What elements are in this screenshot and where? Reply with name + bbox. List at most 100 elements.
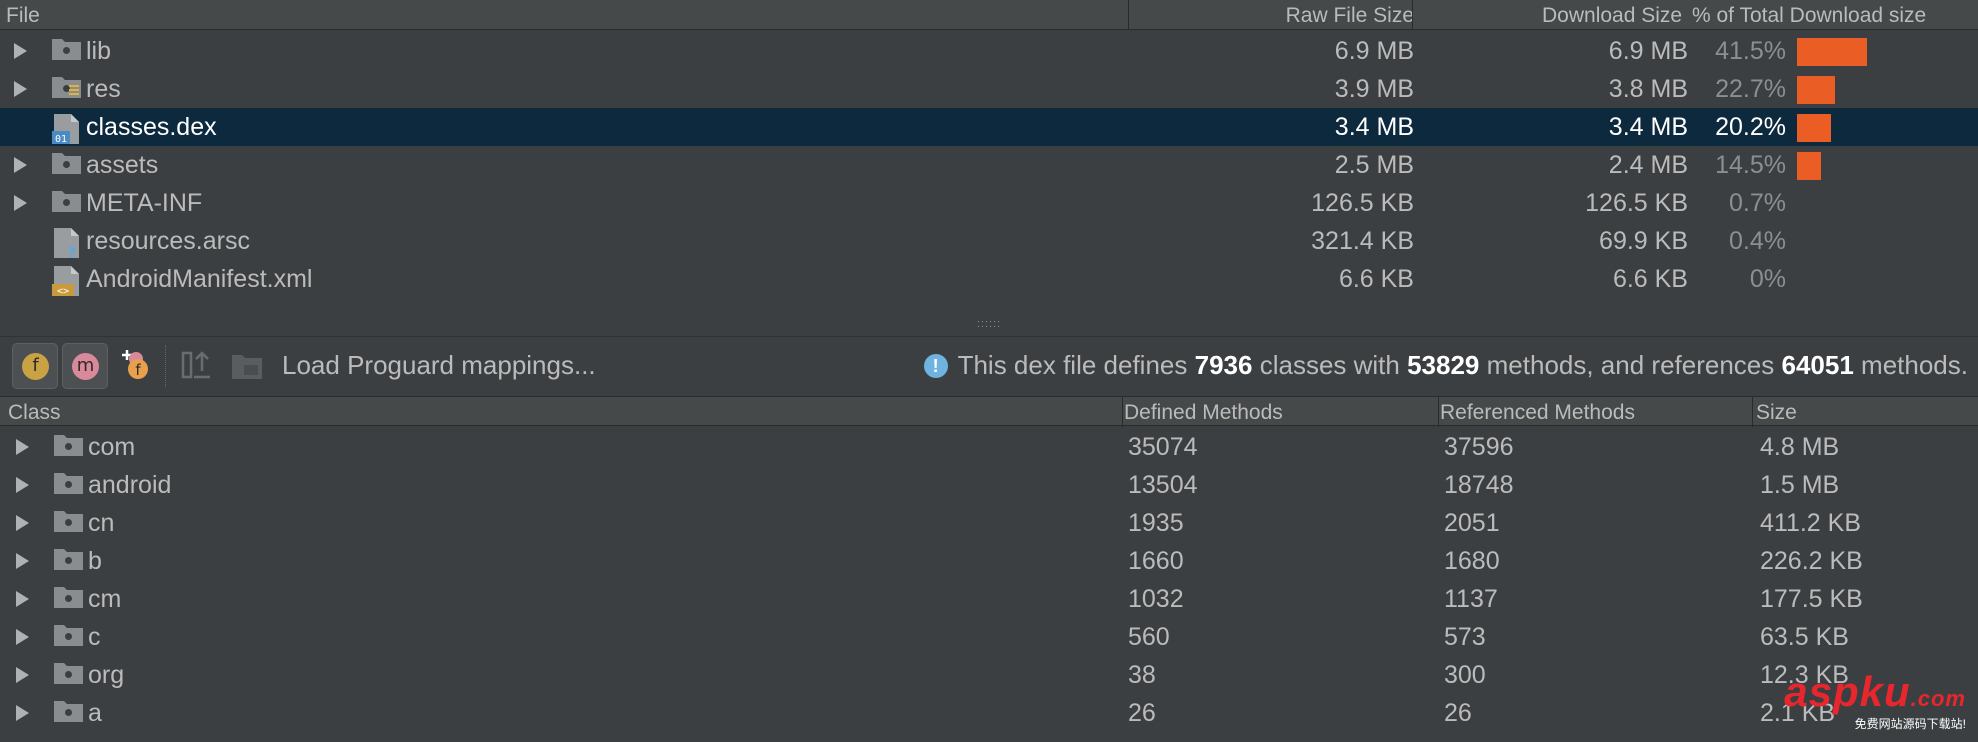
load-proguard-link[interactable]: Load Proguard mappings... (282, 350, 596, 381)
column-divider[interactable] (1128, 0, 1129, 30)
file-table-header: File Raw File Size Download Size % of To… (0, 0, 1978, 30)
method-icon: m (72, 353, 99, 380)
class-name: cm (88, 585, 122, 613)
col-header-raw-size[interactable]: Raw File Size (1286, 4, 1414, 28)
expand-arrow-icon[interactable] (16, 629, 29, 645)
pct-value: 41.5% (1715, 37, 1786, 65)
svg-text:<>: <> (57, 286, 69, 297)
class-size: 177.5 KB (1760, 585, 1863, 613)
watermark-sub: 免费网站源码下载站! (1854, 717, 1966, 731)
package-icon (54, 585, 83, 608)
watermark-logo: aspku.com 免费网站源码下载站! (1784, 671, 1966, 732)
defined-methods: 1032 (1128, 585, 1184, 613)
package-icon (54, 699, 83, 722)
col-header-download-size[interactable]: Download Size (1542, 4, 1682, 28)
class-row[interactable]: cn 1935 2051 411.2 KB (0, 504, 1978, 542)
col-header-class[interactable]: Class (8, 401, 61, 425)
file-name: META-INF (86, 189, 203, 217)
file-name: assets (86, 151, 159, 179)
raw-size: 126.5 KB (1311, 189, 1414, 217)
folder-icon (52, 75, 81, 98)
expand-arrow-icon[interactable] (16, 477, 29, 493)
col-header-file[interactable]: File (6, 4, 40, 28)
methods-count: 53829 (1407, 350, 1480, 380)
raw-size: 2.5 MB (1334, 151, 1414, 179)
class-row[interactable]: a 26 26 2.1 KB (0, 694, 1978, 732)
file-row[interactable]: res 3.9 MB 3.8 MB 22.7% (0, 70, 1978, 108)
referenced-methods: 1680 (1444, 547, 1500, 575)
dex-info-message: ! This dex file defines 7936 classes with… (923, 350, 1968, 381)
file-name: res (86, 75, 121, 103)
defined-methods: 560 (1128, 623, 1170, 651)
package-icon (54, 509, 83, 532)
expand-arrow-icon[interactable] (14, 43, 27, 59)
referenced-methods: 300 (1444, 661, 1486, 689)
show-fields-toggle[interactable]: f (12, 343, 58, 389)
class-size: 1.5 MB (1760, 471, 1840, 499)
column-divider[interactable] (1412, 0, 1413, 30)
raw-size: 3.4 MB (1334, 113, 1414, 141)
download-size: 3.4 MB (1608, 113, 1688, 141)
class-row[interactable]: cm 1032 1137 177.5 KB (0, 580, 1978, 618)
package-icon (54, 623, 83, 646)
file-row[interactable]: lib 6.9 MB 6.9 MB 41.5% (0, 32, 1978, 70)
class-row[interactable]: org 38 300 12.3 KB (0, 656, 1978, 694)
download-size: 69.9 KB (1599, 227, 1688, 255)
column-divider[interactable] (1122, 397, 1123, 427)
pct-value: 0% (1749, 265, 1786, 293)
referenced-methods: 37596 (1444, 433, 1514, 461)
dex-toolbar: f m f Load Proguard mappings... ! This de… (0, 336, 1978, 394)
col-header-size[interactable]: Size (1756, 401, 1797, 425)
col-header-defined[interactable]: Defined Methods (1124, 401, 1283, 425)
expand-arrow-icon[interactable] (16, 439, 29, 455)
expand-arrow-icon[interactable] (14, 81, 27, 97)
class-table-header: Class Defined Methods Referenced Methods… (0, 396, 1978, 427)
column-divider[interactable] (1438, 397, 1439, 427)
file-row[interactable]: <> AndroidManifest.xml 6.6 KB 6.6 KB 0% (0, 260, 1978, 298)
xml-file-icon: <> (52, 265, 82, 297)
expand-arrow-icon[interactable] (16, 667, 29, 683)
pct-value: 20.2% (1715, 113, 1786, 141)
class-name: cn (88, 509, 115, 537)
referenced-fields-icon[interactable]: f (118, 347, 152, 383)
file-row[interactable]: 01 classes.dex 3.4 MB 3.4 MB 20.2% (0, 108, 1978, 146)
expand-arrow-icon[interactable] (16, 591, 29, 607)
panel-splitter[interactable]: :::::: (0, 318, 1978, 330)
raw-size: 3.9 MB (1334, 75, 1414, 103)
expand-arrow-icon[interactable] (14, 195, 27, 211)
file-name: lib (86, 37, 112, 65)
pct-value: 0.7% (1729, 189, 1786, 217)
package-icon (54, 547, 83, 570)
referenced-methods: 2051 (1444, 509, 1500, 537)
class-row[interactable]: c 560 573 63.5 KB (0, 618, 1978, 656)
class-name: org (88, 661, 125, 689)
deobfuscate-icon[interactable] (180, 347, 214, 383)
watermark-main: aspku (1784, 668, 1911, 715)
show-bytecode-icon[interactable] (230, 347, 264, 383)
expand-arrow-icon[interactable] (16, 515, 29, 531)
file-row[interactable]: META-INF 126.5 KB 126.5 KB 0.7% (0, 184, 1978, 222)
folder-icon (52, 189, 81, 212)
col-header-pct[interactable]: % of Total Download size (1692, 4, 1926, 28)
expand-arrow-icon[interactable] (14, 157, 27, 173)
expand-arrow-icon[interactable] (16, 553, 29, 569)
referenced-methods: 1137 (1444, 585, 1498, 613)
file-row[interactable]: ? resources.arsc 321.4 KB 69.9 KB 0.4% (0, 222, 1978, 262)
svg-text:01: 01 (55, 134, 67, 145)
file-name: resources.arsc (86, 227, 250, 255)
show-methods-toggle[interactable]: m (62, 343, 108, 389)
class-name: c (88, 623, 101, 651)
class-row[interactable]: com 35074 37596 4.8 MB (0, 428, 1978, 466)
column-divider[interactable] (1752, 397, 1753, 427)
pct-bar (1797, 114, 1831, 142)
file-row[interactable]: assets 2.5 MB 2.4 MB 14.5% (0, 146, 1978, 184)
expand-arrow-icon[interactable] (16, 705, 29, 721)
svg-text:?: ? (67, 243, 76, 259)
class-row[interactable]: android 13504 18748 1.5 MB (0, 466, 1978, 504)
class-row[interactable]: b 1660 1680 226.2 KB (0, 542, 1978, 580)
class-size: 226.2 KB (1760, 547, 1863, 575)
class-name: a (88, 699, 102, 727)
class-name: android (88, 471, 172, 499)
pct-value: 0.4% (1729, 227, 1786, 255)
col-header-referenced[interactable]: Referenced Methods (1440, 401, 1635, 425)
